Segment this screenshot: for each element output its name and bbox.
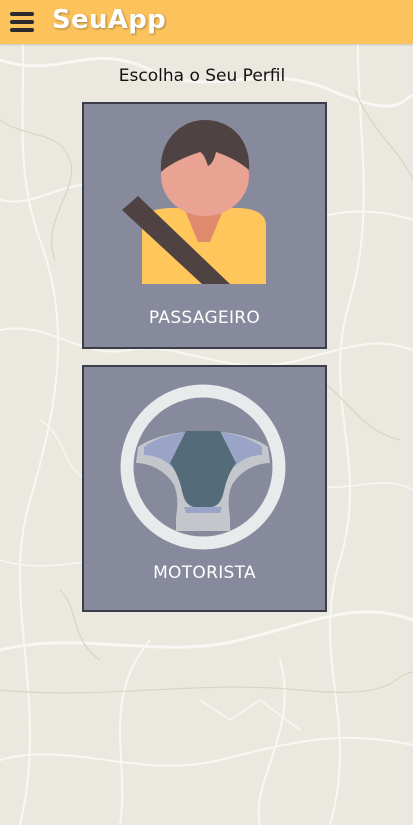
menu-line [10,28,34,32]
menu-line [10,20,34,24]
passenger-label: PASSAGEIRO [148,308,261,328]
menu-line [10,12,34,16]
top-app-bar: SeuApp [0,0,413,44]
app-title: SeuApp [52,5,167,35]
passenger-profile-button[interactable]: PASSAGEIRO [82,102,327,349]
app-screen: SeuApp Escolha o Seu Perfil PASSAGEIRO M… [0,0,413,825]
driver-profile-button[interactable]: MOTORISTA [82,365,327,612]
hamburger-menu-icon[interactable] [10,11,36,33]
page-title: Escolha o Seu Perfil [118,66,286,86]
driver-label: MOTORISTA [153,563,256,583]
